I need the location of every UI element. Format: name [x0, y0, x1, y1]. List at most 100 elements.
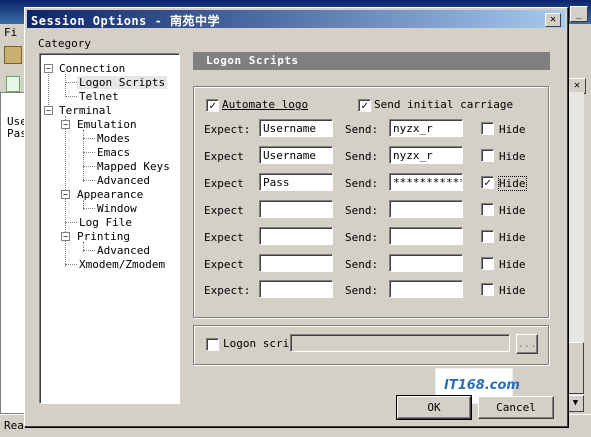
tree-item-logon-scripts[interactable]: Logon Scripts — [77, 76, 168, 89]
tree-line — [83, 208, 95, 209]
cancel-button[interactable]: Cancel — [478, 396, 554, 419]
send-field[interactable]: ************ — [389, 173, 463, 191]
tree-item-window[interactable]: Window — [97, 202, 137, 215]
tree-item-emacs[interactable]: Emacs — [97, 146, 130, 159]
hide-label[interactable]: Hide — [499, 284, 526, 297]
collapse-icon[interactable]: − — [61, 190, 70, 199]
hide-label[interactable]: Hide — [499, 231, 526, 244]
tree-line — [48, 67, 49, 111]
send-label: Send: — [345, 231, 379, 244]
hide-checkbox[interactable]: ✓ — [481, 176, 494, 189]
logon-scripts-group: ✓ Automate logo ✓ Send initial carriage … — [193, 86, 549, 318]
expect-label: Expect — [204, 150, 244, 163]
expect-label: Expect — [204, 177, 244, 190]
send-label: Send: — [345, 258, 379, 271]
hide-label[interactable]: Hide — [499, 258, 526, 271]
tree-line — [83, 180, 95, 181]
hide-label[interactable]: Hide — [499, 150, 526, 163]
tree-item-advanced[interactable]: Advanced — [97, 174, 150, 187]
app-toolbar-icon[interactable] — [4, 46, 22, 64]
app-menu-fragment[interactable]: Fi — [4, 26, 17, 39]
tree-item-modes[interactable]: Modes — [97, 132, 130, 145]
collapse-icon[interactable]: − — [44, 64, 53, 73]
scroll-down-button[interactable]: ▼ — [567, 395, 584, 412]
send-field[interactable] — [389, 200, 463, 218]
tree-line — [65, 82, 77, 83]
tree-item-printing-advanced[interactable]: Advanced — [97, 244, 150, 257]
expect-field[interactable]: Username — [259, 146, 333, 164]
app-minimize-button[interactable]: _ — [570, 6, 588, 22]
expect-label: Expect — [204, 231, 244, 244]
tree-item-connection[interactable]: Connection — [59, 62, 125, 75]
tree-line — [83, 138, 95, 139]
hide-checkbox[interactable] — [481, 283, 494, 296]
expect-label: Expect: — [204, 284, 251, 297]
scroll-thumb[interactable] — [567, 342, 584, 394]
expect-field[interactable]: Username — [259, 119, 333, 137]
logon-script-checkbox[interactable] — [206, 338, 219, 351]
dialog-titlebar[interactable]: Session Options - 南苑中学 ✕ — [27, 10, 565, 28]
tree-item-telnet[interactable]: Telnet — [79, 90, 119, 103]
category-label: Category — [38, 37, 91, 50]
logon-script-path[interactable] — [290, 334, 510, 352]
automate-logon-label[interactable]: Automate logo — [222, 98, 308, 111]
tree-line — [65, 222, 77, 223]
status-text: Rea — [4, 419, 24, 432]
tree-item-log-file[interactable]: Log File — [79, 216, 132, 229]
expect-label: Expect — [204, 258, 244, 271]
hide-checkbox[interactable] — [481, 257, 494, 270]
session-options-dialog: Session Options - 南苑中学 ✕ Category − Conn… — [24, 7, 568, 427]
tree-item-emulation[interactable]: Emulation — [77, 118, 137, 131]
tree-line — [83, 152, 95, 153]
collapse-icon[interactable]: − — [44, 106, 53, 115]
dialog-title: Session Options - 南苑中学 — [31, 14, 221, 28]
expect-field[interactable] — [259, 227, 333, 245]
send-initial-carriage-checkbox[interactable]: ✓ — [358, 99, 371, 112]
send-label: Send: — [345, 204, 379, 217]
expect-field[interactable]: Pass — [259, 173, 333, 191]
hide-checkbox[interactable] — [481, 230, 494, 243]
logon-script-label[interactable]: Logon scrip — [223, 337, 296, 350]
logon-script-group: Logon scrip ... — [193, 325, 549, 365]
send-label: Send: — [345, 284, 379, 297]
send-field[interactable] — [389, 254, 463, 272]
send-field[interactable] — [389, 227, 463, 245]
send-field[interactable]: nyzx_r — [389, 146, 463, 164]
hide-label[interactable]: Hide — [498, 176, 527, 191]
hide-checkbox[interactable] — [481, 122, 494, 135]
automate-logon-checkbox[interactable]: ✓ — [206, 99, 219, 112]
terminal-area[interactable]: Use Pas — [0, 92, 27, 414]
expect-field[interactable] — [259, 280, 333, 298]
tree-item-appearance[interactable]: Appearance — [77, 188, 143, 201]
tree-item-xmodem-zmodem[interactable]: Xmodem/Zmodem — [79, 258, 165, 271]
app-tab-marker[interactable] — [6, 76, 20, 92]
hide-checkbox[interactable] — [481, 203, 494, 216]
collapse-icon[interactable]: − — [61, 232, 70, 241]
expect-field[interactable] — [259, 200, 333, 218]
expect-field[interactable] — [259, 254, 333, 272]
ok-button[interactable]: OK — [397, 396, 471, 419]
close-icon[interactable]: ✕ — [545, 13, 561, 27]
tree-line — [65, 96, 77, 97]
expect-label: Expect — [204, 204, 244, 217]
panel-title: Logon Scripts — [206, 54, 299, 67]
send-field[interactable]: nyzx_r — [389, 119, 463, 137]
tree-item-mapped-keys[interactable]: Mapped Keys — [97, 160, 170, 173]
send-field[interactable] — [389, 280, 463, 298]
tree-line — [83, 250, 95, 251]
tree-item-printing[interactable]: Printing — [77, 230, 130, 243]
collapse-icon[interactable]: − — [61, 120, 70, 129]
tree-line — [65, 74, 66, 97]
hide-checkbox[interactable] — [481, 149, 494, 162]
send-initial-carriage-label[interactable]: Send initial carriage — [374, 98, 513, 111]
expect-label: Expect: — [204, 123, 251, 136]
browse-button[interactable]: ... — [516, 334, 538, 354]
hide-label[interactable]: Hide — [499, 204, 526, 217]
send-label: Send: — [345, 177, 379, 190]
tree-line — [65, 264, 77, 265]
hide-label[interactable]: Hide — [499, 123, 526, 136]
terminal-scrollbar[interactable]: ▼ — [566, 92, 584, 412]
send-label: Send: — [345, 123, 379, 136]
tree-item-terminal[interactable]: Terminal — [59, 104, 112, 117]
category-tree[interactable]: − Connection Logon Scripts Telnet − Term… — [39, 53, 180, 404]
